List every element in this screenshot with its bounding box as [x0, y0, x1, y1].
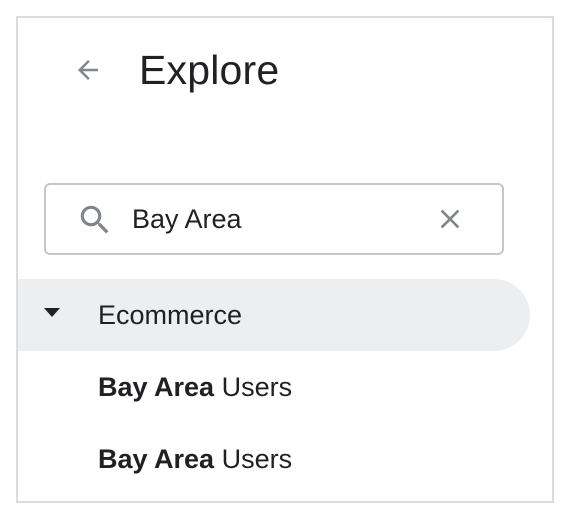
item-label-rest: Users [214, 444, 293, 474]
panel-header: Explore [18, 18, 552, 128]
tree-item-label: Bay Area Users [98, 441, 292, 477]
back-button[interactable] [66, 48, 110, 92]
search-input[interactable] [132, 197, 422, 241]
tree-group-label: Ecommerce [98, 300, 243, 330]
search-icon [80, 205, 109, 234]
search-match-text: Bay Area [98, 372, 215, 402]
tree-group-ecommerce[interactable]: Ecommerce [18, 279, 530, 351]
item-label-rest: Users [214, 372, 293, 402]
tree-item-explore[interactable]: Bay Area Users [18, 355, 530, 419]
tree-item-label: Bay Area Users [98, 369, 292, 405]
explore-panel: Explore Ecommerce Bay Area Users Bay Are… [16, 16, 554, 503]
search-box[interactable] [44, 183, 504, 255]
arrow-back-icon [78, 60, 98, 80]
search-match-text: Bay Area [98, 444, 215, 474]
page-title: Explore [139, 47, 280, 93]
close-icon [440, 209, 460, 229]
clear-search-button[interactable] [430, 199, 470, 239]
caret-down-icon[interactable] [44, 308, 60, 317]
tree-item-explore[interactable]: Bay Area Users [18, 427, 530, 491]
